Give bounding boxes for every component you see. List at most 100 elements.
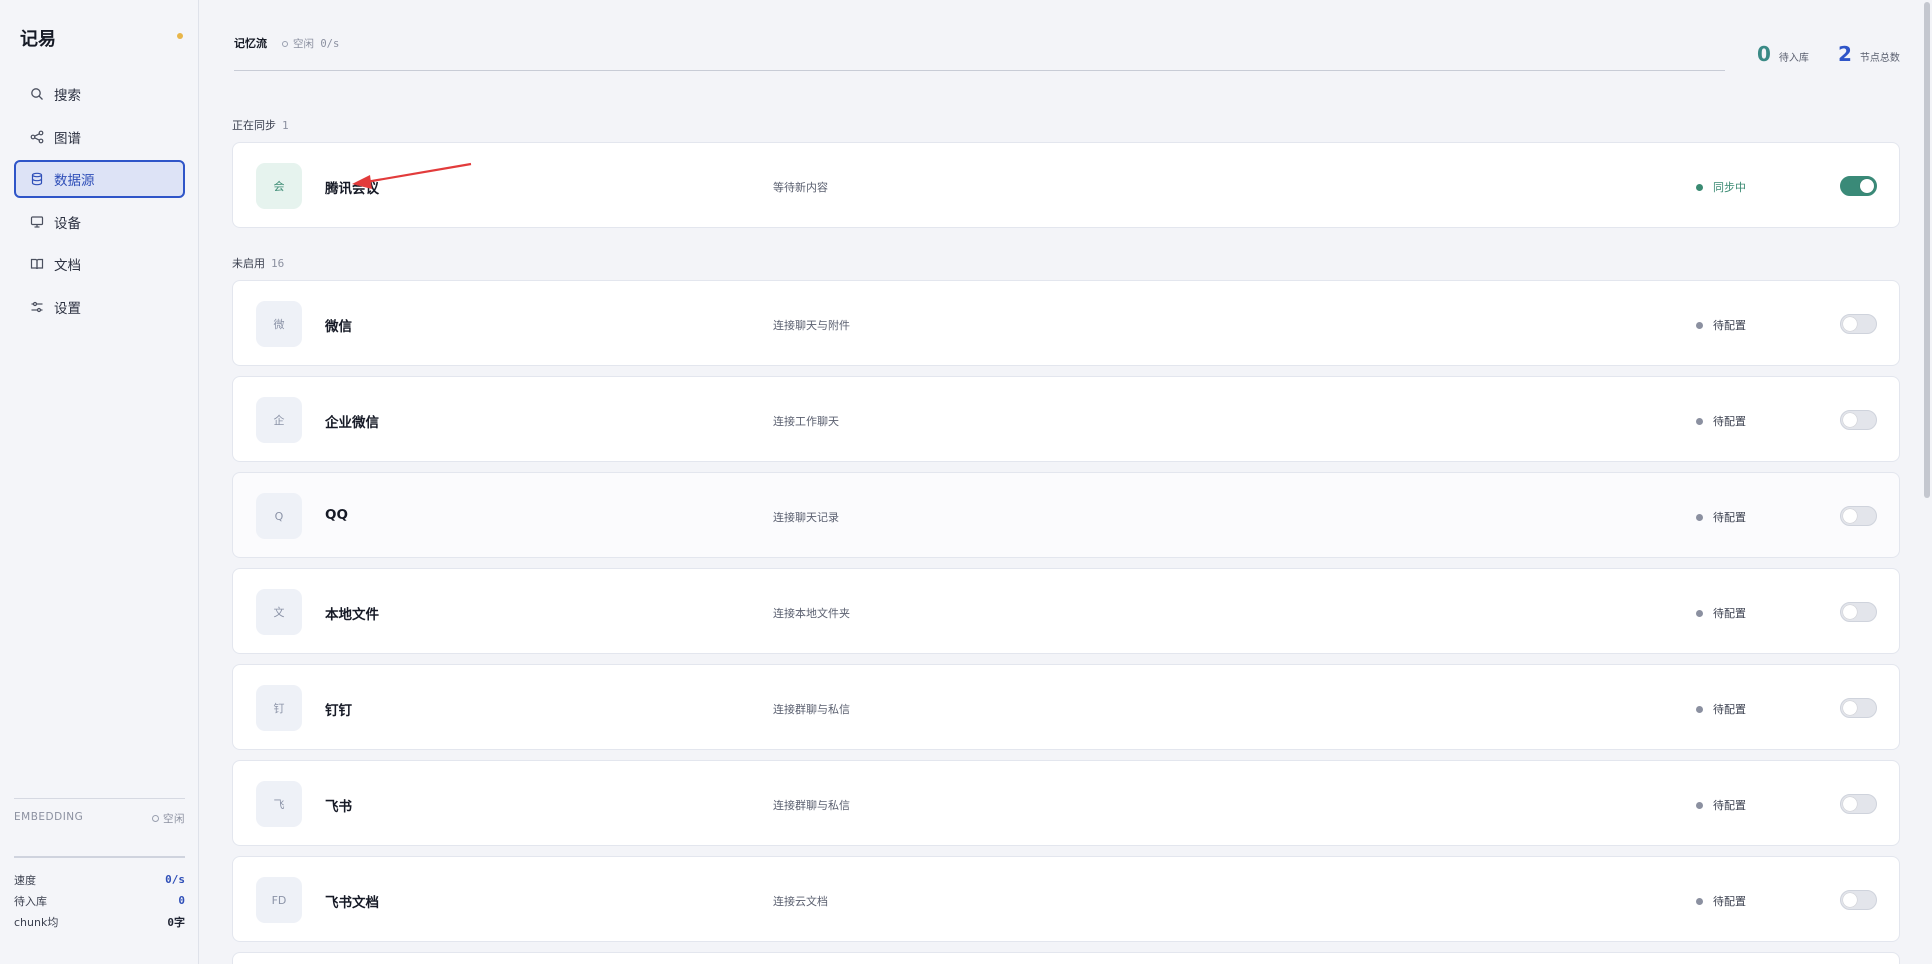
source-name: 腾讯会议 [325,181,379,197]
sidebar-item-docs[interactable]: 文档 [14,245,185,283]
section-count: 16 [271,257,285,270]
book-icon [30,257,44,271]
source-card[interactable]: 会 腾讯会议 等待新内容 同步中 [232,142,1900,228]
source-name: 飞书文档 [325,895,379,911]
source-toggle[interactable] [1840,506,1877,526]
monitor-icon [30,215,44,229]
source-name: 本地文件 [325,607,379,623]
flow-status-text: 空闲 0/s [293,38,340,50]
divider [14,798,185,799]
main-content: 记忆流 空闲 0/s 0 待入库 2 节点总数 正在同步 1 会 腾讯会议 等待新… [200,0,1932,964]
status-dot [1696,705,1703,713]
toggle-knob [1860,179,1874,193]
sidebar-item-graph[interactable]: 图谱 [14,118,185,156]
stat-value: 0/s [165,873,185,886]
sidebar-item-label: 设置 [54,300,81,317]
source-toggle[interactable] [1840,176,1877,196]
source-card[interactable]: 飞 飞书 连接群聊与私信 待配置 [232,760,1900,846]
sidebar-item-search[interactable]: 搜索 [14,75,185,113]
metric-pending: 0 待入库 [1757,42,1809,66]
stat-speed: 速度 0/s [14,869,185,890]
toggle-knob [1843,413,1857,427]
source-status: 待配置 [1696,797,1746,813]
toggle-knob [1843,317,1857,331]
idle-circle-icon [282,40,288,47]
embedding-status-text: 空闲 [163,813,185,825]
status-dot [1696,183,1703,191]
graph-icon [30,130,44,144]
sidebar-item-label: 搜索 [54,88,81,104]
source-toggle[interactable] [1840,890,1877,910]
toggle-knob [1843,701,1857,715]
source-status: 待配置 [1696,509,1746,525]
status-text: 待配置 [1713,895,1746,908]
status-text: 待配置 [1713,511,1746,524]
source-card[interactable]: 企 企业微信 连接工作聊天 待配置 [232,376,1900,462]
app-brand: 记易 [20,29,56,50]
source-desc: 等待新内容 [773,181,828,194]
sidebar-item-label: 设备 [54,215,81,232]
source-name: 微信 [325,319,352,335]
stat-label: 待入库 [14,894,47,908]
sidebar-item-devices[interactable]: 设备 [14,203,185,241]
source-toggle[interactable] [1840,410,1877,430]
source-card[interactable]: 钉 钉钉 连接群聊与私信 待配置 [232,664,1900,750]
source-avatar: 企 [256,397,302,443]
embedding-status: EMBEDDING 空闲 [14,811,185,826]
tab-memory-flow[interactable]: 记忆流 [234,35,267,51]
scrollbar-thumb[interactable] [1924,2,1930,498]
source-desc: 连接云文档 [773,895,828,908]
source-card[interactable]: 文 本地文件 连接本地文件夹 待配置 [232,568,1900,654]
scrollbar[interactable] [1922,0,1932,964]
stat-value: 0字 [167,915,185,929]
sidebar-item-label: 图谱 [54,130,81,147]
status-text: 待配置 [1713,799,1746,812]
section-disabled: 未启用 16 [232,255,284,271]
toggle-knob [1843,893,1857,907]
source-card[interactable] [232,952,1900,964]
embedding-label: EMBEDDING [14,811,84,823]
source-name: 企业微信 [325,415,379,431]
source-toggle[interactable] [1840,698,1877,718]
stat-label: 速度 [14,873,36,887]
source-name: 飞书 [325,799,352,815]
source-avatar: 会 [256,163,302,209]
source-status: 待配置 [1696,605,1746,621]
source-toggle[interactable] [1840,314,1877,334]
section-title: 未启用 [232,257,265,270]
source-name: 钉钉 [325,703,352,719]
status-dot [1696,417,1703,425]
source-status: 同步中 [1696,179,1746,195]
source-desc: 连接聊天与附件 [773,319,850,332]
sidebar-item-label: 数据源 [54,173,95,189]
source-desc: 连接本地文件夹 [773,607,850,620]
source-avatar: 钉 [256,685,302,731]
source-toggle[interactable] [1840,602,1877,622]
section-title: 正在同步 [232,119,276,132]
sliders-icon [30,300,44,314]
source-card[interactable]: FD 飞书文档 连接云文档 待配置 [232,856,1900,942]
status-dot [1696,513,1703,521]
sidebar-item-settings[interactable]: 设置 [14,288,185,326]
stat-chunk-avg: chunk均 0字 [14,911,185,932]
toggle-knob [1843,605,1857,619]
source-toggle[interactable] [1840,794,1877,814]
source-avatar: FD [256,877,302,923]
metric-label: 节点总数 [1859,53,1900,64]
source-status: 待配置 [1696,701,1746,717]
source-status: 待配置 [1696,413,1746,429]
source-desc: 连接工作聊天 [773,415,839,428]
idle-circle-icon [152,815,159,822]
sidebar-item-datasource[interactable]: 数据源 [14,160,185,198]
source-card[interactable]: Q QQ 连接聊天记录 待配置 [232,472,1900,558]
status-text: 待配置 [1713,607,1746,620]
metric-value: 0 [1757,42,1771,66]
source-avatar: Q [256,493,302,539]
flow-status: 空闲 0/s [282,36,339,51]
stat-label: chunk均 [14,915,59,929]
toggle-knob [1843,797,1857,811]
embedding-progress-bar [14,856,185,858]
source-card[interactable]: 微 微信 连接聊天与附件 待配置 [232,280,1900,366]
metric-value: 2 [1838,42,1852,66]
sidebar-item-label: 文档 [54,258,81,274]
